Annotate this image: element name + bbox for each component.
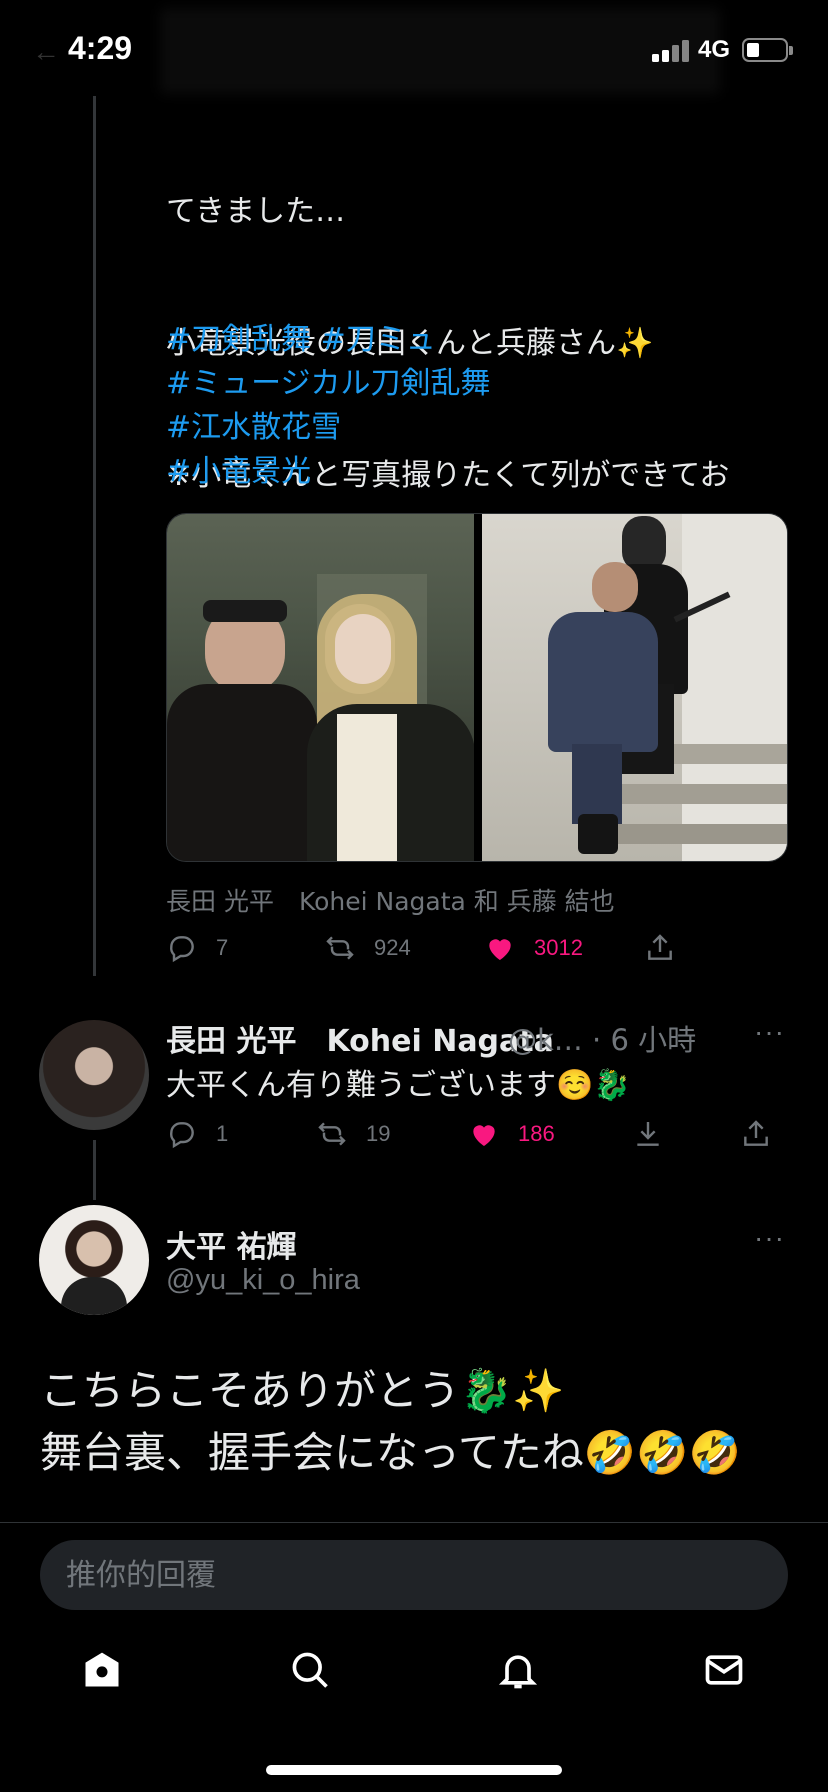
share-icon bbox=[648, 934, 672, 960]
share-button[interactable] bbox=[644, 932, 676, 964]
tagged-users[interactable]: 長田 光平 Kohei Nagata 和 兵藤 結也 bbox=[166, 882, 615, 918]
photo-backstage-costumes[interactable] bbox=[167, 514, 474, 861]
home-indicator[interactable] bbox=[266, 1765, 562, 1775]
retweet-button[interactable]: 19 bbox=[316, 1118, 390, 1150]
status-time: 4:29 bbox=[68, 30, 133, 66]
author-name[interactable]: 大平 祐輝 bbox=[166, 1222, 296, 1266]
nav-messages[interactable] bbox=[702, 1648, 752, 1698]
retweet-button[interactable]: 924 bbox=[324, 932, 411, 964]
like-button[interactable]: 186 bbox=[468, 1118, 555, 1150]
tweet-actions: 1 19 186 bbox=[166, 1118, 788, 1158]
thread-line bbox=[93, 96, 96, 976]
tweet-text-line: 舞台裏、握手会になってたね🤣🤣🤣 bbox=[40, 1428, 741, 1477]
retweet-count: 19 bbox=[366, 1121, 391, 1146]
hashtag-list: #刀剣乱舞 #刀ミュ #ミュージカル刀剣乱舞 #江水散花雪 #小竜景光 bbox=[166, 318, 491, 494]
hashtag-link[interactable]: #江水散花雪 bbox=[166, 406, 491, 450]
share-icon bbox=[744, 1120, 768, 1146]
reply-box[interactable] bbox=[40, 1540, 788, 1610]
retweet-icon bbox=[326, 936, 354, 960]
author-name[interactable]: 長田 光平 Kohei Nagata bbox=[166, 1016, 554, 1060]
download-icon bbox=[637, 1122, 659, 1146]
photo-staircase[interactable] bbox=[482, 514, 787, 861]
heart-icon bbox=[473, 1125, 495, 1146]
back-arrow-icon[interactable]: ← bbox=[32, 36, 60, 68]
home-icon bbox=[85, 1652, 119, 1687]
author-handle-time: @k… · 6 小時 bbox=[508, 1023, 697, 1057]
author-handle[interactable]: @yu_ki_o_hira bbox=[166, 1264, 360, 1297]
divider bbox=[0, 1522, 828, 1523]
blurred-header bbox=[160, 8, 720, 94]
reply-icon bbox=[170, 1122, 194, 1149]
hashtag-link[interactable]: #ミュージカル刀剣乱舞 bbox=[166, 362, 491, 406]
like-count: 186 bbox=[518, 1121, 555, 1146]
tweet-text-line: こちらこそありがとう🐉✨ bbox=[40, 1366, 565, 1415]
nav-home[interactable] bbox=[80, 1648, 130, 1698]
reply-button[interactable]: 1 bbox=[166, 1118, 228, 1150]
download-button[interactable] bbox=[632, 1118, 664, 1150]
bottom-nav bbox=[0, 1640, 828, 1720]
bell-icon bbox=[498, 1655, 538, 1689]
reply-icon bbox=[170, 936, 194, 963]
tweet-text-line: てきました… bbox=[166, 194, 346, 229]
status-bar: ← 4:29 4G bbox=[0, 0, 828, 100]
signal-icon bbox=[652, 40, 690, 62]
hashtag-link[interactable]: #小竜景光 bbox=[166, 450, 491, 494]
reply-button[interactable]: 7 bbox=[166, 932, 228, 964]
focused-tweet-text: こちらこそありがとう🐉✨ 舞台裏、握手会になってたね🤣🤣🤣 bbox=[40, 1360, 800, 1484]
more-icon[interactable]: ··· bbox=[754, 1222, 785, 1254]
more-icon[interactable]: ··· bbox=[754, 1016, 785, 1048]
retweet-count: 924 bbox=[374, 935, 411, 960]
retweet-icon bbox=[318, 1122, 346, 1146]
tweet-actions: 7 924 3012 bbox=[166, 932, 788, 972]
avatar[interactable] bbox=[39, 1020, 149, 1130]
search-icon bbox=[292, 1652, 328, 1688]
share-button[interactable] bbox=[740, 1118, 772, 1150]
battery-icon bbox=[742, 38, 793, 62]
tweet-media[interactable] bbox=[166, 513, 788, 862]
nav-search[interactable] bbox=[288, 1648, 338, 1698]
like-button[interactable]: 3012 bbox=[484, 932, 583, 964]
mail-icon bbox=[705, 1655, 743, 1685]
avatar[interactable] bbox=[39, 1205, 149, 1315]
reply-count: 1 bbox=[216, 1121, 229, 1146]
thread-line bbox=[93, 1140, 96, 1200]
heart-icon bbox=[489, 939, 511, 960]
tweet-text: 大平くん有り難うございます☺️🐉 bbox=[166, 1068, 631, 1103]
hashtag-link[interactable]: #刀剣乱舞 #刀ミュ bbox=[166, 318, 491, 362]
reply-input[interactable] bbox=[66, 1557, 788, 1593]
like-count: 3012 bbox=[534, 935, 583, 960]
nav-notifications[interactable] bbox=[496, 1648, 546, 1698]
reply-count: 7 bbox=[216, 935, 229, 960]
network-label: 4G bbox=[698, 36, 731, 63]
